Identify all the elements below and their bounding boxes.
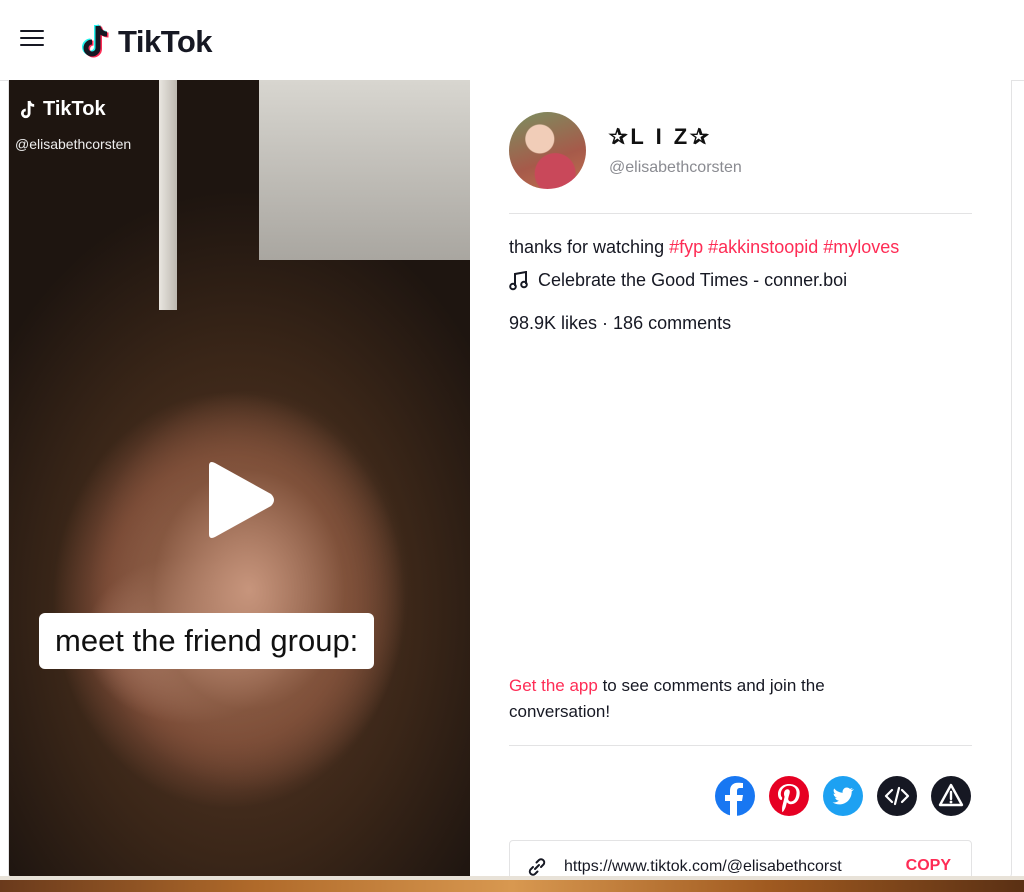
pinterest-icon xyxy=(778,784,800,813)
author-username[interactable]: @elisabethcorsten xyxy=(609,159,742,177)
hashtag-fyp[interactable]: #fyp xyxy=(669,237,703,257)
watermark-brand: TikTok xyxy=(43,98,106,120)
embed-icon xyxy=(884,786,910,806)
copy-link-button[interactable]: COPY xyxy=(906,857,951,875)
post-description: thanks for watching #fyp #akkinstoopid #… xyxy=(509,237,899,258)
video-card: TikTok @elisabethcorsten meet the friend… xyxy=(8,80,1012,881)
twitter-icon xyxy=(832,787,854,805)
pinterest-share-button[interactable] xyxy=(769,776,809,816)
play-icon[interactable] xyxy=(199,460,279,540)
copy-link-box: https://www.tiktok.com/@elisabethcorst C… xyxy=(509,840,972,880)
twitter-share-button[interactable] xyxy=(823,776,863,816)
hashtag-akkinstoopid[interactable]: #akkinstoopid xyxy=(708,237,818,257)
video-subject xyxy=(49,330,449,880)
post-stats: 98.9K likes · 186 comments xyxy=(509,313,732,333)
post-details-panel: ✰L I Z✰ @elisabethcorsten thanks for wat… xyxy=(470,80,1011,880)
get-app-prompt: Get the app to see comments and join the… xyxy=(509,673,929,725)
divider xyxy=(509,213,972,214)
embed-share-button[interactable] xyxy=(877,776,917,816)
link-icon xyxy=(528,858,546,876)
video-background-post xyxy=(159,80,177,310)
watermark-handle: @elisabethcorsten xyxy=(15,136,132,152)
music-note-icon xyxy=(509,270,528,290)
music-title: Celebrate the Good Times - conner.boi xyxy=(538,270,848,290)
facebook-icon xyxy=(725,782,743,816)
caption-overlay-text: meet the friend group: xyxy=(55,623,359,658)
author-nickname[interactable]: ✰L I Z✰ xyxy=(609,124,712,150)
video-background-shelf xyxy=(259,80,470,260)
share-buttons xyxy=(715,776,971,816)
hashtag-myloves[interactable]: #myloves xyxy=(823,237,899,257)
share-url[interactable]: https://www.tiktok.com/@elisabethcorst xyxy=(564,858,842,876)
hamburger-menu-icon[interactable] xyxy=(20,28,44,48)
tiktok-logo[interactable]: TikTok xyxy=(80,22,213,62)
video-player[interactable]: TikTok @elisabethcorsten meet the friend… xyxy=(9,80,470,880)
page-bottom-strip xyxy=(0,880,1024,892)
logo-text: TikTok xyxy=(118,24,213,59)
tiktok-note-icon xyxy=(82,24,109,58)
report-icon xyxy=(938,783,964,807)
get-app-link[interactable]: Get the app xyxy=(509,676,598,695)
top-header: TikTok xyxy=(0,0,1024,81)
report-button[interactable] xyxy=(931,776,971,816)
description-text: thanks for watching xyxy=(509,237,665,257)
video-caption-overlay: meet the friend group: xyxy=(39,613,375,669)
music-link[interactable]: Celebrate the Good Times - conner.boi xyxy=(509,270,847,291)
tiktok-note-icon xyxy=(21,100,35,118)
facebook-share-button[interactable] xyxy=(715,776,755,816)
video-watermark: TikTok xyxy=(19,98,106,121)
divider xyxy=(509,745,972,746)
avatar[interactable] xyxy=(509,112,586,189)
